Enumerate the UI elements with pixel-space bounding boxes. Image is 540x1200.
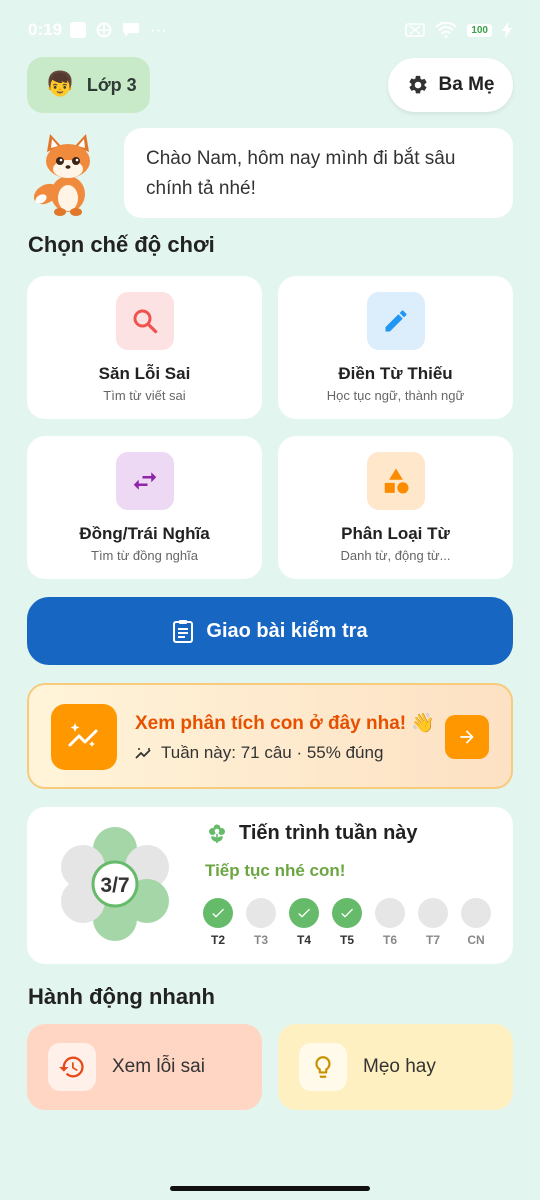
day-done-dot — [289, 898, 319, 928]
day-pending-dot — [246, 898, 276, 928]
day-label: T6 — [382, 933, 397, 947]
mode-card-synonyms[interactable]: Đồng/Trái Nghĩa Tìm từ đồng nghĩa — [27, 436, 262, 579]
mode-subtitle: Tìm từ đồng nghĩa — [91, 548, 198, 563]
progress-title: Tiến trình tuần này — [239, 821, 418, 844]
trending-icon — [135, 748, 151, 759]
quick-label: Mẹo hay — [363, 1056, 436, 1077]
battery-level: 100 — [467, 23, 492, 37]
class-selector[interactable]: 👦 Lớp 3 — [27, 57, 150, 113]
quick-label: Xem lỗi sai — [112, 1056, 205, 1077]
parent-label: Ba Mẹ — [438, 74, 495, 95]
mode-icon-bg — [366, 452, 425, 510]
progress-flower: 3/7 — [61, 827, 169, 941]
mode-title: Phân Loại Từ — [341, 524, 450, 543]
mode-icon-bg — [115, 452, 174, 510]
flower-icon — [209, 824, 225, 843]
day-item: CN — [461, 898, 491, 947]
analytics-subtitle: Tuần này: 71 câu · 55% đúng — [161, 743, 384, 762]
mode-card-fill-words[interactable]: Điền Từ Thiếu Học tục ngữ, thành ngữ — [278, 276, 513, 419]
day-label: T3 — [253, 933, 268, 947]
status-bar: 0:19 ··· 100 — [0, 0, 540, 60]
class-label: Lớp 3 — [86, 74, 137, 95]
notification-icon — [70, 22, 87, 38]
analytics-title: Xem phân tích con ở đây nha! 👋 — [135, 713, 436, 734]
analytics-banner[interactable]: Xem phân tích con ở đây nha! 👋 Tuần này:… — [27, 683, 513, 789]
lightbulb-icon — [315, 1056, 331, 1078]
status-notification-icons: ··· — [70, 20, 167, 40]
sim-off-icon — [405, 23, 426, 37]
day-item: T3 — [246, 898, 276, 947]
mode-card-word-types[interactable]: Phân Loại Từ Danh từ, động từ... — [278, 436, 513, 579]
check-icon — [212, 908, 224, 918]
parent-mode-button[interactable]: Ba Mẹ — [388, 58, 513, 112]
modes-section-title: Chọn chế độ chơi — [28, 232, 215, 257]
progress-title-row: Tiến trình tuần này — [205, 821, 418, 845]
weekly-progress-card: 3/7 Tiến trình tuần này Tiếp tục nhé con… — [27, 807, 513, 964]
quick-icon-box — [299, 1043, 347, 1091]
progress-ratio: 3/7 — [100, 874, 129, 897]
clipboard-icon — [173, 620, 194, 643]
home-indicator[interactable] — [170, 1186, 370, 1191]
history-icon — [59, 1056, 84, 1078]
analytics-icon-box — [51, 704, 117, 770]
swap-icon — [133, 472, 156, 490]
status-time: 0:19 — [28, 20, 63, 39]
arrow-right-icon — [460, 730, 474, 744]
greeting-bubble: Chào Nam, hôm nay mình đi bắt sâu chính … — [124, 128, 513, 218]
day-pending-dot — [418, 898, 448, 928]
search-icon — [133, 309, 157, 334]
analytics-open-button[interactable] — [445, 715, 489, 759]
day-label: CN — [467, 933, 485, 947]
day-item: T2 — [203, 898, 233, 947]
quick-icon-box — [48, 1043, 96, 1091]
day-pending-dot — [375, 898, 405, 928]
trend-sparkle-icon — [68, 723, 98, 747]
assign-test-label: Giao bài kiểm tra — [206, 619, 368, 642]
check-icon — [341, 908, 353, 918]
progress-message: Tiếp tục nhé con! — [205, 861, 346, 880]
mode-icon-bg — [115, 292, 174, 350]
fox-mascot — [33, 134, 90, 216]
day-done-dot — [203, 898, 233, 928]
assign-test-button[interactable]: Giao bài kiểm tra — [27, 597, 513, 665]
quick-actions-title: Hành động nhanh — [28, 984, 215, 1009]
day-done-dot — [332, 898, 362, 928]
day-item: T5 — [332, 898, 362, 947]
day-label: T5 — [339, 933, 354, 947]
charging-icon — [502, 22, 512, 38]
tips-button[interactable]: Mẹo hay — [278, 1024, 513, 1110]
top-bar: 👦 Lớp 3 Ba Mẹ — [27, 56, 513, 114]
mode-subtitle: Học tục ngữ, thành ngữ — [326, 388, 465, 403]
check-icon — [298, 908, 310, 918]
day-item: T6 — [375, 898, 405, 947]
boy-avatar-icon: 👦 — [45, 71, 75, 98]
shapes-icon — [384, 468, 408, 494]
mode-title: Đồng/Trái Nghĩa — [79, 524, 210, 543]
mode-card-find-errors[interactable]: Săn Lỗi Sai Tìm từ viết sai — [27, 276, 262, 419]
day-label: T7 — [425, 933, 440, 947]
mode-title: Săn Lỗi Sai — [98, 364, 191, 383]
more-icon: ··· — [150, 20, 168, 39]
day-item: T4 — [289, 898, 319, 947]
view-mistakes-button[interactable]: Xem lỗi sai — [27, 1024, 262, 1110]
day-label: T2 — [210, 933, 225, 947]
wifi-icon — [435, 22, 458, 38]
day-label: T4 — [296, 933, 311, 947]
analytics-summary: Tuần này: 71 câu · 55% đúng — [135, 743, 383, 763]
gear-icon — [408, 75, 427, 94]
mode-icon-bg — [366, 292, 425, 350]
day-pending-dot — [461, 898, 491, 928]
mode-subtitle: Tìm từ viết sai — [103, 388, 186, 403]
chat-icon — [123, 23, 140, 37]
day-item: T7 — [418, 898, 448, 947]
pencil-icon — [385, 310, 407, 332]
week-days: T2 T3 T4 T5 T6 T7 CN — [203, 898, 491, 947]
mode-subtitle: Danh từ, động từ... — [340, 548, 451, 563]
gallery-icon — [96, 22, 112, 38]
mode-title: Điền Từ Thiếu — [338, 364, 453, 383]
